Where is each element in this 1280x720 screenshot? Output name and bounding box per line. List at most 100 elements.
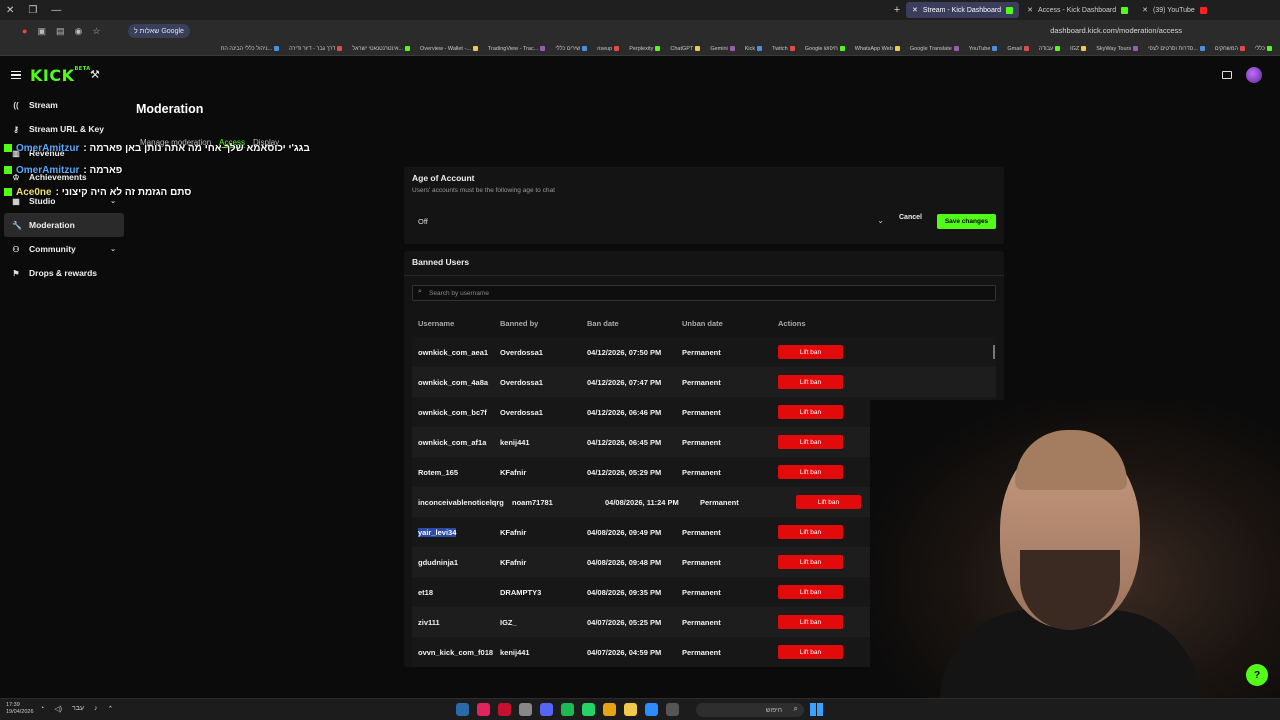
cell-username[interactable]: yair_levi34	[418, 528, 457, 537]
photos-icon[interactable]	[645, 703, 658, 716]
tray-chevron-icon[interactable]: ⌃	[107, 705, 113, 713]
cell-username[interactable]: ownkick_com_aea1	[418, 348, 488, 357]
hamburger-menu-icon[interactable]	[11, 71, 21, 79]
star-icon[interactable]: ☆	[92, 26, 100, 37]
bookmark-item[interactable]: Overview - Wallet -...	[420, 46, 478, 52]
tab-close-icon[interactable]: ✕	[912, 6, 918, 14]
lift-ban-button[interactable]: Lift ban	[778, 645, 843, 659]
bookmark-item[interactable]: Gemini	[710, 46, 735, 52]
bookmark-item[interactable]: IGZ	[1070, 46, 1087, 52]
close-window-icon[interactable]: ✕	[6, 5, 14, 16]
lift-ban-button[interactable]: Lift ban	[778, 375, 843, 389]
taskbar-clock[interactable]: 17:39 19/04/2026	[6, 702, 34, 716]
lift-ban-button[interactable]: Lift ban	[778, 405, 843, 419]
kick-logo[interactable]: KICKBETA	[30, 66, 91, 85]
table-scrollbar[interactable]	[993, 345, 995, 359]
task-view-icon[interactable]	[666, 703, 679, 716]
bookmark-item[interactable]: Gmail	[1007, 46, 1029, 52]
windows-start-icon[interactable]	[810, 703, 823, 716]
tab-close-icon[interactable]: ✕	[1142, 6, 1148, 14]
whatsapp-icon[interactable]	[582, 703, 595, 716]
record-icon[interactable]: ●	[22, 26, 27, 37]
bookmark-item[interactable]: riseup	[597, 46, 620, 52]
bookmark-item[interactable]: Google Translate	[910, 46, 959, 52]
cell-username[interactable]: ovvn_kick_com_f018	[418, 648, 493, 657]
bookmark-item[interactable]: SkyWay Tours	[1096, 46, 1139, 52]
tab-youtube[interactable]: ✕ (39) YouTube	[1136, 2, 1213, 18]
language-indicator[interactable]: עבר	[72, 705, 84, 713]
bookmark-item[interactable]: שירים כללי	[555, 46, 588, 52]
tab-stream-dashboard[interactable]: ✕ Stream - Kick Dashboard	[906, 2, 1020, 18]
lift-ban-button[interactable]: Lift ban	[796, 495, 861, 509]
cell-username[interactable]: gdudninja1	[418, 558, 458, 567]
chevron-down-icon[interactable]: ⌄	[110, 245, 116, 253]
file-explorer-icon[interactable]	[624, 703, 637, 716]
cell-username[interactable]: Rotem_165	[418, 468, 458, 477]
hammer-icon[interactable]: ⚒	[90, 68, 100, 81]
bookmark-item[interactable]: Perplexity	[629, 46, 661, 52]
age-select[interactable]: Off ⌄	[412, 213, 888, 229]
sidebar-item-stream[interactable]: ((Stream	[0, 93, 128, 117]
lift-ban-button[interactable]: Lift ban	[778, 585, 843, 599]
bookmark-item[interactable]: TradingView - Trac...	[488, 46, 546, 52]
bookmark-favicon-icon	[789, 46, 795, 51]
lift-ban-button[interactable]: Lift ban	[778, 615, 843, 629]
tab-access-dashboard[interactable]: ✕ Access - Kick Dashboard	[1021, 2, 1134, 18]
cell-username[interactable]: ziv111	[418, 618, 440, 627]
restore-window-icon[interactable]: ❐	[28, 5, 37, 16]
bookmark-item[interactable]: Kick	[745, 46, 763, 52]
security-icon[interactable]: ◉	[74, 26, 82, 37]
avatar[interactable]	[1246, 67, 1262, 83]
lift-ban-button[interactable]: Lift ban	[778, 555, 843, 569]
tiktok-icon[interactable]	[477, 703, 490, 716]
bookmark-item[interactable]: WhatsApp Web	[855, 46, 900, 52]
cell-username[interactable]: ownkick_com_4a8a	[418, 378, 488, 387]
cell-username[interactable]: ownkick_com_af1a	[418, 438, 486, 447]
chrome-icon[interactable]	[603, 703, 616, 716]
bookmark-item[interactable]: סדרות וסרטים לצפי...	[1148, 46, 1205, 52]
bookmark-item[interactable]: ChatGPT	[670, 46, 701, 52]
lift-ban-button[interactable]: Lift ban	[778, 435, 843, 449]
volume-icon[interactable]: ◁)	[54, 705, 62, 713]
minimize-window-icon[interactable]: —	[51, 5, 61, 16]
bookmark-item[interactable]: כללי	[1255, 46, 1272, 52]
help-chat-icon[interactable]: ?	[1246, 664, 1268, 686]
bookmark-item[interactable]: אינטרנטנאטי ישראל...	[352, 46, 411, 52]
tab-close-icon[interactable]: ✕	[1027, 6, 1033, 14]
cell-username[interactable]: ownkick_com_bc7f	[418, 408, 487, 417]
bookmark-item[interactable]: Google חיפוש	[805, 46, 845, 52]
bookmark-item[interactable]: דרך גבר - דיור ודירה	[289, 46, 343, 52]
wifi-icon[interactable]: ◔	[40, 705, 44, 713]
url-display[interactable]: dashboard.kick.com/moderation/access	[1050, 26, 1182, 35]
cancel-button[interactable]: Cancel	[899, 214, 922, 221]
cell-banned-by: KFafnir	[500, 528, 527, 537]
bookmark-item[interactable]: עבודה	[1039, 46, 1061, 52]
omnibox-chip[interactable]: שאלות ל Google	[128, 24, 190, 38]
discord-icon[interactable]	[540, 703, 553, 716]
cell-username[interactable]: inconceivablenoticelqrg	[418, 498, 504, 507]
sidebar-item-community[interactable]: ⚇ Community ⌄	[0, 237, 128, 261]
cell-username[interactable]: et18	[418, 588, 433, 597]
microphone-icon[interactable]: ♪	[94, 705, 98, 713]
sidebar-item-moderation[interactable]: 🔧 Moderation	[4, 213, 124, 237]
opera-icon[interactable]	[498, 703, 511, 716]
extensions-icon[interactable]: ▣	[37, 26, 46, 37]
monitor-icon[interactable]	[1222, 71, 1232, 79]
community-icon: ⚇	[12, 244, 20, 254]
new-tab-icon[interactable]: +	[890, 2, 904, 18]
save-changes-button[interactable]: Save changes	[937, 214, 996, 229]
bookmark-item[interactable]: Twitch	[772, 46, 795, 52]
taskbar-search[interactable]: חיפוש ⌕	[696, 703, 804, 717]
spotify-icon[interactable]	[561, 703, 574, 716]
search-input[interactable]: ⌕ Search by username	[412, 285, 996, 301]
bookmark-item[interactable]: ניהול כללי הבינה הח...	[221, 46, 280, 52]
lift-ban-button[interactable]: Lift ban	[778, 525, 843, 539]
sidebar-item-drops-rewards[interactable]: ⚑ Drops & rewards	[0, 261, 128, 285]
lift-ban-button[interactable]: Lift ban	[778, 465, 843, 479]
obs-icon[interactable]	[519, 703, 532, 716]
bookmark-item[interactable]: YouTube	[969, 46, 998, 52]
steam-icon[interactable]	[456, 703, 469, 716]
lift-ban-button[interactable]: Lift ban	[778, 345, 843, 359]
bookmark-item[interactable]: המשחקים	[1215, 46, 1246, 52]
profile-icon[interactable]: ▤	[56, 26, 65, 37]
